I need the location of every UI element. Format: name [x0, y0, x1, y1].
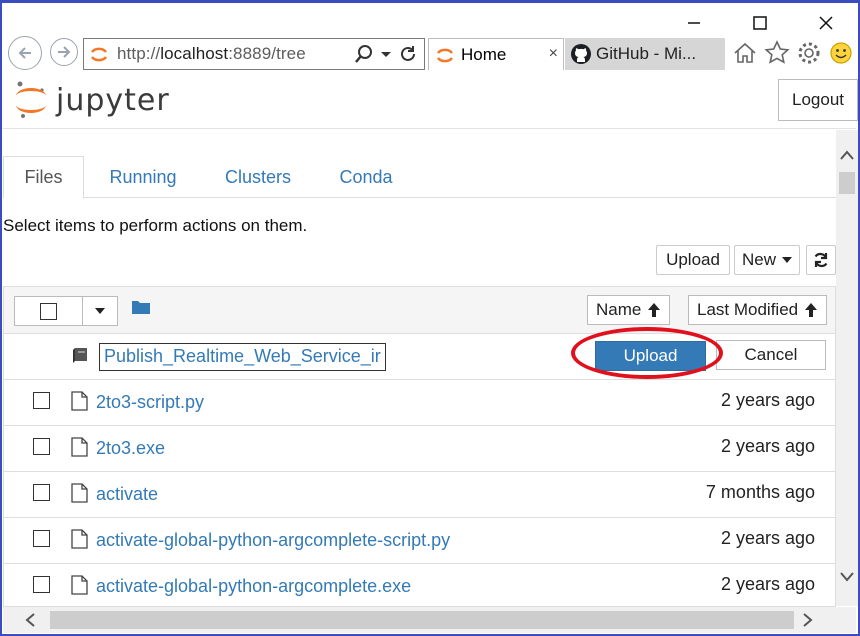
address-bar[interactable]: http://localhost:8889/tree [83, 38, 425, 70]
file-modified: 2 years ago [720, 574, 815, 594]
maximize-button[interactable] [740, 8, 780, 38]
gear-icon[interactable] [796, 40, 822, 66]
maximize-icon [753, 16, 767, 30]
tab-label: Home [461, 44, 507, 64]
table-row[interactable]: activate-global-python-argcomplete-scrip… [3, 518, 836, 564]
confirm-upload-button[interactable]: Upload [595, 341, 706, 371]
browser-toolbar-icons [732, 40, 854, 66]
back-arrow-icon [18, 47, 31, 59]
table-row[interactable]: activate-global-python-argcomplete.exe 2… [3, 564, 836, 607]
vertical-scrollbar[interactable] [836, 130, 858, 606]
scroll-up-icon[interactable] [839, 148, 855, 162]
sort-name-label: Name [596, 300, 642, 319]
file-icon [71, 437, 88, 457]
refresh-list-button[interactable] [806, 245, 836, 275]
file-name-link[interactable]: 2to3.exe [96, 438, 165, 459]
row-checkbox[interactable] [33, 576, 50, 593]
table-row[interactable]: 2to3-script.py 2 years ago [3, 380, 836, 426]
jupyter-favicon-icon [435, 45, 455, 65]
back-button[interactable] [8, 36, 42, 70]
selection-hint: Select items to perform actions on them. [3, 216, 308, 235]
refresh-icon [814, 252, 828, 268]
close-tab-button[interactable]: × [549, 45, 558, 63]
jupyter-tabs: Files Running Clusters Conda [3, 156, 836, 199]
file-icon [71, 483, 88, 503]
tab-label: GitHub - Mi... [596, 44, 697, 63]
row-checkbox[interactable] [33, 484, 50, 501]
file-name-link[interactable]: activate-global-python-argcomplete-scrip… [96, 530, 450, 551]
cancel-upload-button[interactable]: Cancel [716, 340, 826, 370]
folder-icon[interactable] [131, 299, 151, 315]
arrow-up-icon [805, 303, 818, 317]
tab-running[interactable]: Running [98, 156, 188, 198]
tab-conda[interactable]: Conda [331, 156, 401, 198]
file-modified: 2 years ago [720, 528, 815, 548]
jupyter-logo-icon [16, 81, 46, 118]
horizontal-scrollbar[interactable] [3, 607, 856, 633]
arrow-up-icon [648, 303, 661, 317]
smiley-icon[interactable] [828, 40, 854, 66]
minimize-icon [688, 22, 700, 24]
chevron-down-icon[interactable] [380, 48, 392, 60]
file-modified: 2 years ago [720, 436, 815, 456]
caret-down-icon [782, 257, 793, 263]
scrollbar-thumb[interactable] [839, 172, 855, 194]
file-list-header: Name Last Modified [3, 286, 836, 334]
browser-tab-home[interactable]: Home × [428, 38, 564, 70]
new-dropdown-button[interactable]: New [734, 245, 800, 275]
scrollbar-thumb[interactable] [50, 611, 794, 629]
tab-clusters[interactable]: Clusters [215, 156, 301, 198]
scroll-down-icon[interactable] [839, 570, 855, 584]
header-divider [3, 128, 856, 129]
caret-down-icon[interactable] [94, 306, 106, 316]
home-icon[interactable] [732, 40, 758, 66]
file-name-link[interactable]: activate [96, 484, 158, 505]
file-name-link[interactable]: activate-global-python-argcomplete.exe [96, 576, 411, 597]
file-icon [71, 391, 88, 411]
favorites-star-icon[interactable] [764, 40, 790, 66]
file-icon [71, 529, 88, 549]
forward-button[interactable] [50, 38, 78, 66]
sort-by-name-button[interactable]: Name [587, 295, 671, 325]
close-icon [819, 16, 833, 30]
table-row[interactable]: activate 7 months ago [3, 472, 836, 518]
file-modified: 7 months ago [705, 482, 815, 502]
search-icon[interactable] [354, 44, 374, 64]
jupyter-logo[interactable]: jupyter [14, 80, 170, 120]
tab-files[interactable]: Files [3, 156, 84, 199]
jupyter-logo-text: jupyter [56, 82, 170, 118]
row-checkbox[interactable] [33, 438, 50, 455]
select-all-checkbox[interactable] [40, 302, 57, 320]
select-all-control[interactable] [14, 296, 118, 326]
forward-arrow-icon [58, 46, 71, 58]
row-checkbox[interactable] [33, 530, 50, 547]
github-icon [570, 43, 592, 65]
scroll-left-icon[interactable] [23, 612, 37, 628]
file-icon [71, 575, 88, 595]
new-label: New [742, 250, 777, 269]
pending-upload-row: Publish_Realtime_Web_Service_ir Upload C… [3, 334, 836, 380]
sort-by-modified-button[interactable]: Last Modified [688, 295, 828, 325]
file-modified: 2 years ago [720, 390, 815, 410]
close-window-button[interactable] [806, 8, 846, 38]
scroll-right-icon[interactable] [801, 612, 815, 628]
jupyter-favicon-icon [89, 44, 109, 64]
browser-tab-github[interactable]: GitHub - Mi... [565, 38, 725, 70]
notebook-icon [73, 348, 87, 363]
url-text: http://localhost:8889/tree [117, 44, 306, 63]
table-row[interactable]: 2to3.exe 2 years ago [3, 426, 836, 472]
logout-button[interactable]: Logout [778, 79, 858, 121]
file-name-link[interactable]: 2to3-script.py [96, 392, 204, 413]
refresh-icon[interactable] [398, 44, 418, 64]
upload-filename-input[interactable]: Publish_Realtime_Web_Service_ir [99, 343, 386, 371]
sort-modified-label: Last Modified [697, 300, 799, 319]
row-checkbox[interactable] [33, 392, 50, 409]
minimize-button[interactable] [674, 8, 714, 38]
upload-button[interactable]: Upload [656, 245, 730, 275]
